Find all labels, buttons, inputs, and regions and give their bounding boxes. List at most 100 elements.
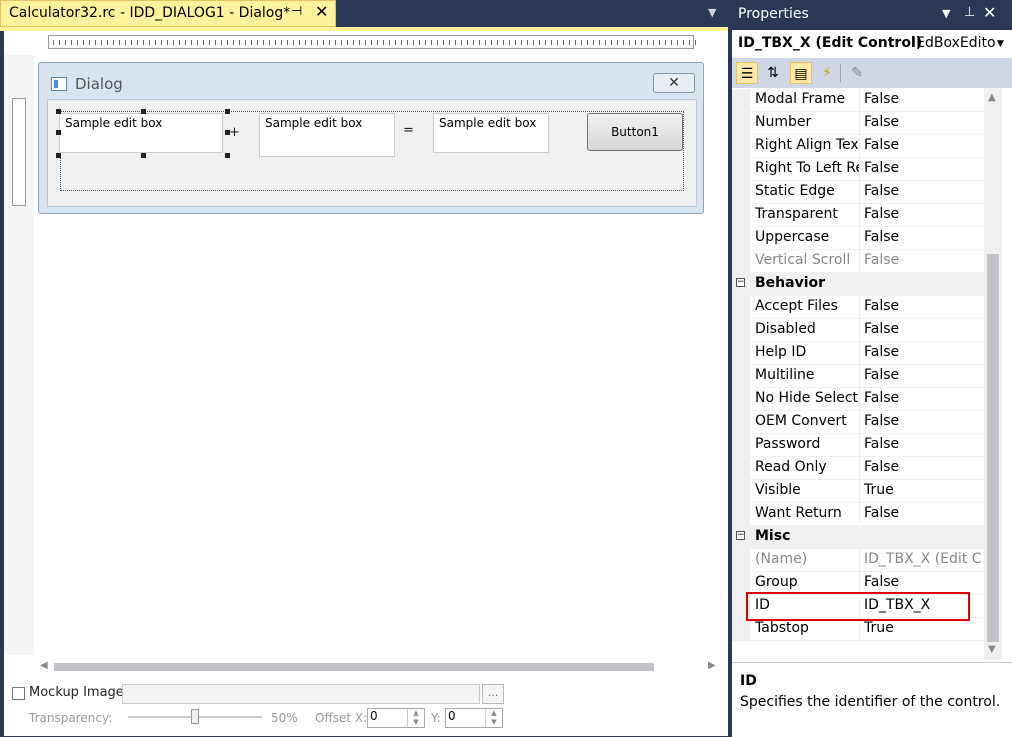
property-value[interactable]: False xyxy=(864,252,982,268)
property-row[interactable]: Password False xyxy=(732,434,984,457)
property-value[interactable]: False xyxy=(864,91,982,107)
property-value[interactable]: True xyxy=(864,620,982,636)
property-value[interactable]: False xyxy=(864,574,982,590)
property-row[interactable]: (Name) ID_TBX_X (Edit Control) xyxy=(732,549,984,572)
ruler-tick xyxy=(173,40,174,45)
horizontal-scroll-thumb[interactable] xyxy=(54,663,654,671)
property-value[interactable]: ID_TBX_X (Edit Control) xyxy=(864,551,982,567)
scroll-up-icon[interactable]: ▲ xyxy=(988,92,996,103)
property-value[interactable]: False xyxy=(864,413,982,429)
property-row[interactable]: Right To Left Reading False xyxy=(732,158,984,181)
property-value[interactable]: False xyxy=(864,114,982,130)
property-row[interactable]: Want Return False xyxy=(732,503,984,526)
categorized-icon[interactable]: ☰ xyxy=(736,62,758,84)
events-icon[interactable]: ⚡ xyxy=(816,62,838,84)
property-name: Accept Files xyxy=(755,298,838,314)
property-row[interactable]: Multiline False xyxy=(732,365,984,388)
pin-icon[interactable]: ⊥ xyxy=(964,5,975,20)
property-row[interactable]: Visible True xyxy=(732,480,984,503)
alphabetical-icon[interactable]: ⇅ xyxy=(762,62,784,84)
property-value[interactable]: False xyxy=(864,505,982,521)
property-name: Number xyxy=(755,114,812,130)
property-row[interactable]: Modal Frame False xyxy=(732,89,984,112)
property-row[interactable]: Vertical Scroll False xyxy=(732,250,984,273)
property-grid-scrollbar[interactable]: ▲ ▼ xyxy=(984,88,1002,660)
ruler-tick xyxy=(101,40,102,45)
property-value[interactable]: False xyxy=(864,137,982,153)
resize-handle[interactable] xyxy=(225,109,230,114)
property-name: No Hide Selection xyxy=(755,390,859,406)
category-label: Misc xyxy=(755,528,791,544)
collapse-icon[interactable]: − xyxy=(736,278,745,287)
property-value[interactable]: False xyxy=(864,298,982,314)
vertical-scroll-thumb[interactable] xyxy=(987,254,999,642)
offset-x-spinner[interactable]: ▲ ▼ xyxy=(407,709,424,727)
property-row[interactable]: Number False xyxy=(732,112,984,135)
property-row[interactable]: Read Only False xyxy=(732,457,984,480)
property-row[interactable]: Accept Files False xyxy=(732,296,984,319)
resize-handle[interactable] xyxy=(141,109,146,114)
property-row[interactable]: Tabstop True xyxy=(732,618,984,641)
offset-x-input[interactable]: 0 ▲ ▼ xyxy=(367,708,425,728)
category-behavior[interactable]: − Behavior xyxy=(732,273,984,296)
object-selector-dropdown[interactable]: ID_TBX_X (Edit Control) IEdBoxEditor ▼ xyxy=(732,30,1012,59)
resize-handle[interactable] xyxy=(56,153,61,158)
chevron-down-icon[interactable]: ▼ xyxy=(942,7,950,20)
mockup-image-path-input[interactable] xyxy=(122,684,480,704)
close-icon[interactable]: ✕ xyxy=(315,2,328,21)
dialog-close-button[interactable]: ✕ xyxy=(653,73,695,93)
property-value[interactable]: False xyxy=(864,206,982,222)
property-value[interactable]: False xyxy=(864,229,982,245)
property-row[interactable]: Help ID False xyxy=(732,342,984,365)
property-value[interactable]: False xyxy=(864,183,982,199)
mockup-image-checkbox[interactable] xyxy=(12,687,25,700)
dialog-preview[interactable]: Dialog ✕ Sample edit box + Sample edit b… xyxy=(38,62,704,214)
edit-box-result[interactable]: Sample edit box xyxy=(433,113,549,153)
scroll-left-icon[interactable]: ◀ xyxy=(40,660,48,671)
property-value[interactable]: False xyxy=(864,321,982,337)
ruler-tick xyxy=(515,40,516,45)
property-value[interactable]: False xyxy=(864,390,982,406)
property-value[interactable]: False xyxy=(864,367,982,383)
property-row[interactable]: Disabled False xyxy=(732,319,984,342)
close-icon[interactable]: ✕ xyxy=(983,3,996,22)
offset-y-input[interactable]: 0 ▲ ▼ xyxy=(445,708,503,728)
chevron-down-icon[interactable]: ▼ xyxy=(997,39,1004,49)
resize-handle[interactable] xyxy=(225,153,230,158)
resize-handle[interactable] xyxy=(56,109,61,114)
property-value[interactable]: False xyxy=(864,160,982,176)
wrench-icon[interactable]: ✎ xyxy=(846,62,868,84)
offset-y-spinner[interactable]: ▲ ▼ xyxy=(485,709,502,727)
browse-button[interactable]: ... xyxy=(482,684,504,704)
property-value[interactable]: False xyxy=(864,344,982,360)
resize-handle[interactable] xyxy=(225,130,230,135)
transparency-slider-thumb[interactable] xyxy=(191,709,199,724)
edit-box-x[interactable]: Sample edit box xyxy=(59,113,223,153)
property-row[interactable]: Right Align Text False xyxy=(732,135,984,158)
scroll-right-icon[interactable]: ▶ xyxy=(708,660,716,671)
ruler-tick xyxy=(353,40,354,45)
property-value[interactable]: True xyxy=(864,482,982,498)
properties-header: Properties ▼ ⊥ ✕ xyxy=(732,0,1012,30)
ruler-tick xyxy=(359,40,360,45)
property-value[interactable]: False xyxy=(864,436,982,452)
resize-handle[interactable] xyxy=(56,130,61,135)
resize-handle[interactable] xyxy=(141,153,146,158)
category-misc[interactable]: − Misc xyxy=(732,526,984,549)
document-tab[interactable]: Calculator32.rc - IDD_DIALOG1 - Dialog* … xyxy=(0,0,336,27)
property-row[interactable]: OEM Convert False xyxy=(732,411,984,434)
pin-icon[interactable]: ⊣ xyxy=(291,4,302,19)
collapse-icon[interactable]: − xyxy=(736,531,745,540)
vertical-ruler xyxy=(12,98,26,206)
property-value[interactable]: False xyxy=(864,459,982,475)
chevron-down-icon[interactable]: ▼ xyxy=(708,6,716,19)
button1[interactable]: Button1 xyxy=(587,113,683,151)
property-row[interactable]: No Hide Selection False xyxy=(732,388,984,411)
properties-icon[interactable]: ▤ xyxy=(790,62,812,84)
property-row[interactable]: Static Edge False xyxy=(732,181,984,204)
ruler-tick xyxy=(389,40,390,45)
edit-box-y[interactable]: Sample edit box xyxy=(259,113,395,157)
property-row[interactable]: Transparent False xyxy=(732,204,984,227)
scroll-down-icon[interactable]: ▼ xyxy=(988,644,996,655)
property-row[interactable]: Uppercase False xyxy=(732,227,984,250)
